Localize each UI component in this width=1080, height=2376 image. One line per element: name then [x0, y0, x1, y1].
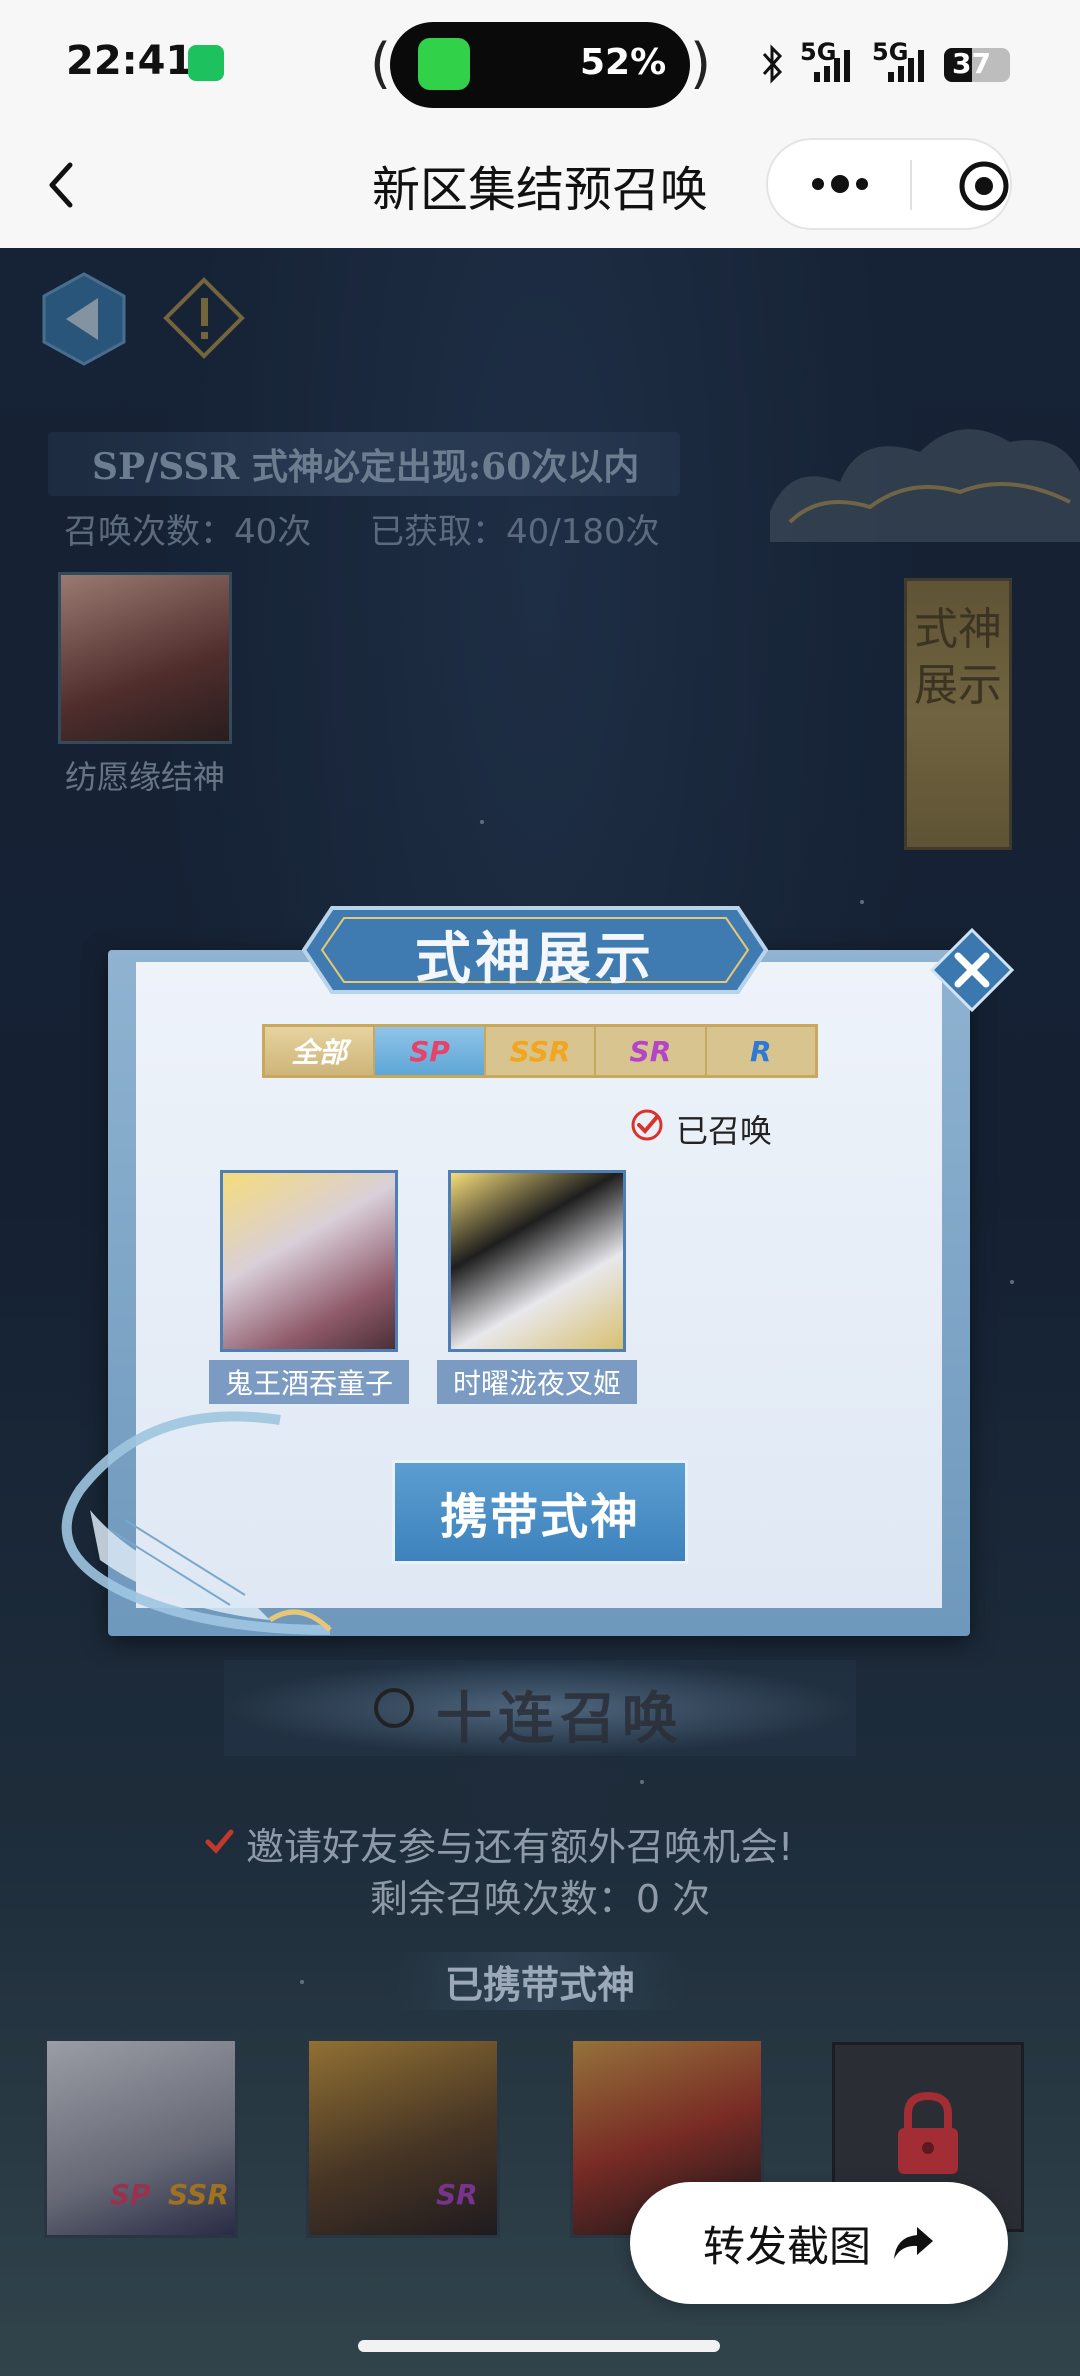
status-time: 22:41 — [66, 38, 194, 84]
signal-icon — [814, 50, 850, 82]
capsule-divider — [910, 160, 912, 210]
check-icon — [205, 1829, 234, 1854]
forward-arrow-icon — [894, 2227, 933, 2259]
carry-button-label: 携带式神 — [439, 1489, 640, 1545]
share-label: 转发截图 — [702, 2221, 871, 2271]
close-icon[interactable] — [928, 926, 1016, 1014]
slot-dim-overlay — [306, 2038, 500, 2238]
carried-title: 已携带式神 — [444, 1962, 635, 2007]
bluetooth-icon — [762, 44, 783, 84]
home-indicator[interactable] — [358, 2340, 720, 2352]
signal-icon-2 — [888, 50, 924, 82]
carry-shikigami-button[interactable]: 携带式神 — [392, 1460, 688, 1564]
app-activity-icon — [418, 38, 470, 90]
ten-pull-label[interactable]: 十连召唤 — [436, 1674, 684, 1755]
summoned-filter-label: 已召唤 — [676, 1112, 773, 1150]
island-right-bracket: ) — [690, 32, 712, 95]
remaining-summons: 剩余召唤次数：0 次 — [369, 1877, 711, 1921]
tab-all[interactable]: 全部 — [265, 1027, 376, 1075]
modal-title: 式神展示 — [415, 926, 655, 992]
shikigami-card-portrait[interactable] — [220, 1170, 398, 1352]
tab-sp[interactable]: SP — [375, 1027, 486, 1075]
close-mini-program-icon[interactable] — [956, 158, 1012, 214]
tab-r[interactable]: R — [707, 1027, 815, 1075]
summoned-check-icon[interactable] — [630, 1108, 664, 1142]
share-screenshot-button[interactable]: 转发截图 — [630, 2182, 1008, 2304]
battery-level: 37 — [952, 47, 991, 80]
tab-ssr[interactable]: SSR — [486, 1027, 597, 1075]
slot-dim-overlay — [44, 2038, 238, 2238]
shikigami-card-name: 时曜泷夜叉姬 — [437, 1360, 637, 1404]
rarity-tabs: 全部 SP SSR SR R — [262, 1024, 818, 1078]
lock-icon — [898, 2091, 958, 2174]
ten-pull-radio[interactable] — [374, 1688, 414, 1728]
feather-ornament — [61, 1411, 332, 1635]
shikigami-card-name: 鬼王酒吞童子 — [209, 1360, 409, 1404]
tab-sr[interactable]: SR — [596, 1027, 707, 1075]
wechat-icon — [188, 45, 224, 81]
shikigami-card-portrait[interactable] — [448, 1170, 626, 1352]
island-left-bracket: ( — [370, 32, 392, 95]
island-percent: 52% — [580, 42, 667, 83]
invite-hint: 邀请好友参与还有额外召唤机会! — [246, 1825, 794, 1869]
more-dots-icon[interactable] — [808, 172, 872, 196]
